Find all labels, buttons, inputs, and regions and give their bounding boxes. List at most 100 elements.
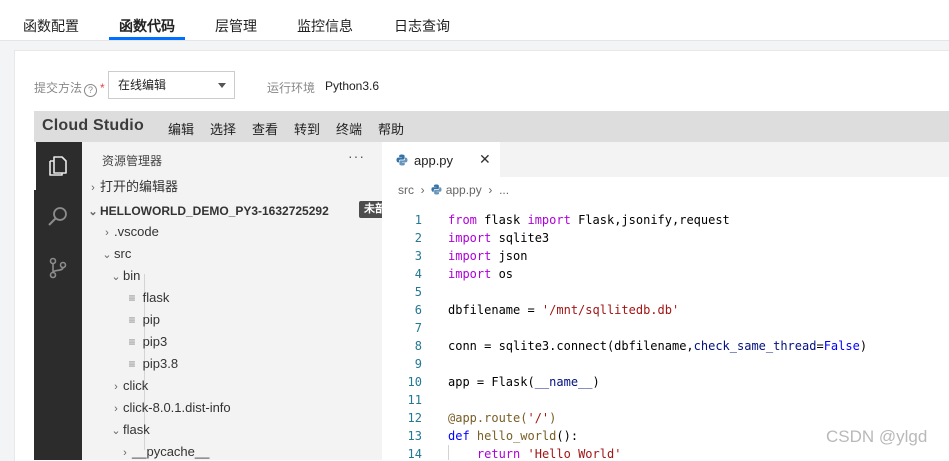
project-label: HELLOWORLD_DEMO_PY3-1632725292 [100, 204, 329, 218]
editor-tab-app-py[interactable]: app.py ✕ [382, 142, 500, 177]
chevron-down-icon: ⌄ [111, 425, 121, 437]
code-text: dbfilename = '/mnt/sqllitedb.db' [448, 303, 680, 317]
tree-item-label: src [114, 246, 132, 261]
code-text: from flask import Flask,jsonify,request [448, 213, 730, 227]
more-actions-icon[interactable]: ··· [348, 148, 365, 164]
code-line: 1 from flask import Flask,jsonify,request [382, 211, 949, 229]
line-number: 9 [414, 357, 422, 371]
code-text: import json [448, 249, 528, 263]
code-line: 9 [382, 355, 949, 373]
open-editors-section[interactable]: › 打开的编辑器 [86, 176, 178, 198]
menu-terminal[interactable]: 终端 [336, 119, 362, 138]
line-number: 2 [414, 231, 422, 245]
menu-select[interactable]: 选择 [210, 119, 236, 138]
active-activity-indicator [34, 142, 36, 190]
file-icon: ≡ [128, 357, 136, 371]
submit-method-label-group: 提交方法? * [34, 79, 105, 97]
tree-item-label: bin [123, 268, 141, 283]
tab-function-config[interactable]: 函数配置 [23, 0, 79, 40]
line-number: 4 [414, 267, 422, 281]
open-editors-label: 打开的编辑器 [100, 179, 179, 194]
code-line: 12 @app.route('/') [382, 409, 949, 427]
tab-log-query[interactable]: 日志查询 [394, 0, 450, 40]
editor-tab-label: app.py [414, 153, 454, 168]
menu-help[interactable]: 帮助 [378, 119, 404, 138]
chevron-right-icon: › [105, 227, 109, 239]
tree-item-pip[interactable]: ≡ pip [125, 309, 160, 331]
line-number: 8 [414, 339, 422, 353]
brand-logo: Cloud Studio [42, 117, 144, 134]
code-line: 8 conn = sqlite3.connect(dbfilename,check… [382, 337, 949, 355]
submit-method-select[interactable]: 在线编辑 [108, 71, 235, 99]
menu-edit[interactable]: 编辑 [168, 119, 194, 138]
runtime-label: 运行环境 [267, 81, 316, 95]
tree-item-label: click [123, 378, 149, 393]
code-line: 6 dbfilename = '/mnt/sqllitedb.db' [382, 301, 949, 319]
line-number: 12 [407, 411, 422, 425]
tab-layer-management[interactable]: 层管理 [215, 0, 257, 40]
tree-item-vscode[interactable]: › .vscode [100, 221, 159, 243]
code-line: 7 [382, 319, 949, 337]
search-icon[interactable] [46, 204, 70, 228]
line-number: 5 [414, 285, 422, 299]
source-control-icon[interactable] [46, 256, 70, 280]
explorer-sidebar: 资源管理器 ··· › 打开的编辑器 ⌄ HELLOWORLD_DEMO_PY3-1… [82, 142, 382, 460]
tree-item-label: __pycache__ [132, 444, 210, 459]
tree-item-label: flask [142, 290, 170, 305]
tree-item-bin[interactable]: ⌄ bin [109, 265, 140, 287]
code-line: 11 [382, 391, 949, 409]
chevron-right-icon: › [91, 182, 95, 194]
tab-function-code[interactable]: 函数代码 [119, 0, 175, 40]
code-text: conn = sqlite3.connect(dbfilename,check_… [448, 339, 868, 353]
line-number: 13 [407, 429, 422, 443]
tree-item-pip3[interactable]: ≡ pip3 [125, 331, 167, 353]
breadcrumb-symbol[interactable]: ... [499, 183, 509, 197]
breadcrumb-src[interactable]: src [398, 183, 414, 197]
code-text: import sqlite3 [448, 231, 550, 245]
tab-monitoring[interactable]: 监控信息 [297, 0, 353, 40]
tree-item-label: pip3 [142, 334, 168, 349]
ide-menubar: Cloud Studio 编辑 选择 查看 转到 终端 帮助 [34, 111, 949, 142]
tree-item-pip38[interactable]: ≡ pip3.8 [125, 353, 178, 375]
chevron-right-icon: › [114, 403, 118, 415]
activity-bar [34, 142, 82, 460]
tree-item-click[interactable]: › click [109, 375, 148, 397]
tree-item-pycache[interactable]: › __pycache__ [118, 441, 209, 460]
submit-method-label: 提交方法 [34, 81, 83, 95]
code-text: def hello_world(): [448, 429, 579, 443]
tree-item-label: pip [142, 312, 160, 327]
active-tab-indicator [109, 37, 185, 40]
caret-down-icon [218, 83, 226, 88]
project-root[interactable]: ⌄ HELLOWORLD_DEMO_PY3-1632725292 未部 [86, 200, 382, 222]
file-icon: ≡ [128, 313, 136, 327]
menu-goto[interactable]: 转到 [294, 119, 320, 138]
submit-method-value: 在线编辑 [118, 78, 167, 92]
line-number: 7 [414, 321, 422, 335]
menu-view[interactable]: 查看 [252, 119, 278, 138]
cloud-studio-ide: Cloud Studio 编辑 选择 查看 转到 终端 帮助 资源管理器 ···… [34, 111, 949, 460]
help-icon[interactable]: ? [84, 84, 98, 97]
tree-item-flask-file[interactable]: ≡ flask [125, 287, 169, 309]
tree-item-label: pip3.8 [142, 356, 179, 371]
line-number: 10 [407, 375, 422, 389]
tree-item-src[interactable]: ⌄ src [100, 243, 131, 265]
explorer-files-icon[interactable] [46, 154, 70, 178]
code-line: 4 import os [382, 265, 949, 283]
code-line: 3 import json [382, 247, 949, 265]
code-text: import os [448, 267, 514, 281]
file-icon: ≡ [128, 291, 136, 305]
chevron-down-icon: ⌄ [88, 206, 98, 218]
code-text: return 'Hello World' [476, 447, 622, 460]
tree-item-click-dist-info[interactable]: › click-8.0.1.dist-info [109, 397, 231, 419]
chevron-right-icon: › [417, 183, 429, 197]
chevron-down-icon: ⌄ [102, 249, 112, 261]
line-number: 1 [414, 213, 422, 227]
code-editor: app.py ✕ src › app.py › ... 1 from flask … [382, 142, 949, 460]
tree-item-flask-folder[interactable]: ⌄ flask [109, 419, 149, 441]
close-icon[interactable]: ✕ [479, 151, 491, 168]
line-number: 14 [407, 447, 422, 460]
editor-tab-strip: app.py ✕ [382, 142, 949, 177]
required-mark: * [100, 81, 105, 95]
breadcrumb-file[interactable]: app.py [446, 183, 482, 197]
code-line: 10 app = Flask(__name__) [382, 373, 949, 391]
